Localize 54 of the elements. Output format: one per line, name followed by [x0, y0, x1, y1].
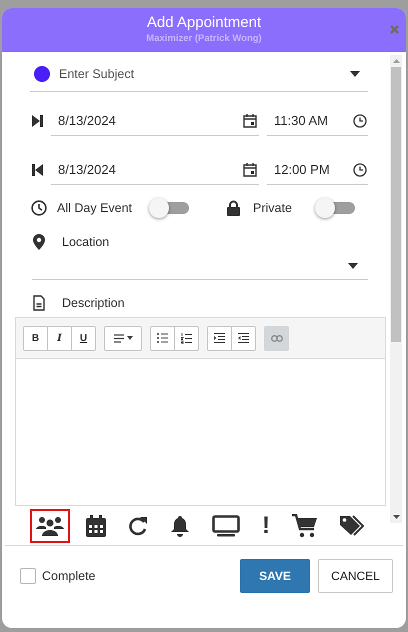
- dropdown-caret-icon[interactable]: [350, 71, 360, 77]
- date-field[interactable]: 8/13/2024: [51, 155, 259, 185]
- skip-back-icon: [32, 164, 43, 176]
- people-tab[interactable]: [30, 508, 70, 542]
- indent-icon: [214, 333, 225, 343]
- complete-label: Complete: [42, 568, 96, 585]
- bulleted-list-icon: [157, 333, 168, 343]
- scrollbar-thumb[interactable]: [391, 67, 401, 342]
- dropdown-caret-icon[interactable]: [348, 262, 358, 268]
- complete-checkbox[interactable]: [20, 568, 36, 584]
- clock-icon: [31, 200, 47, 216]
- shopping-cart-icon: [292, 514, 318, 538]
- location-label: Location: [62, 234, 110, 251]
- description-label: Description: [62, 294, 125, 312]
- calendar-icon[interactable]: [243, 162, 257, 177]
- monitor-icon: [212, 514, 240, 536]
- skip-forward-icon: [32, 115, 43, 127]
- tags-icon: [340, 514, 364, 536]
- dialog-subtitle: Maximizer (Patrick Wong): [146, 32, 262, 46]
- map-pin-icon: [33, 234, 45, 250]
- scrollbar[interactable]: [390, 55, 402, 523]
- outdent-icon: [238, 333, 249, 343]
- align-button[interactable]: [104, 326, 142, 350]
- toggle-label: Private: [253, 200, 293, 217]
- people-icon: [36, 516, 64, 536]
- clock-icon[interactable]: [353, 114, 367, 128]
- document-icon: [33, 295, 45, 311]
- link-icon: [270, 334, 282, 342]
- caret-icon: [126, 336, 132, 340]
- calendar-icon[interactable]: [243, 113, 257, 128]
- exclamation-tab[interactable]: !: [256, 508, 276, 542]
- format-button[interactable]: U: [71, 326, 96, 350]
- time-field[interactable]: 11:30 AM: [267, 106, 368, 136]
- bell-icon: [170, 514, 190, 536]
- format-button[interactable]: B: [23, 326, 48, 350]
- date-field[interactable]: 8/13/2024: [51, 106, 259, 136]
- clock-icon[interactable]: [353, 162, 367, 176]
- circular-arrow-icon: [128, 516, 148, 536]
- align-icon: [114, 334, 124, 342]
- lock-icon: [227, 200, 240, 216]
- subject-field[interactable]: Enter Subject: [30, 57, 368, 92]
- indent-button[interactable]: [207, 326, 232, 350]
- dialog-title: Add Appointment: [146, 13, 262, 32]
- numbered-list-icon: [181, 332, 192, 344]
- scroll-down-icon[interactable]: [392, 515, 400, 519]
- time-field[interactable]: 12:00 PM: [267, 155, 368, 185]
- format-button[interactable]: I: [47, 326, 72, 350]
- cancel-button[interactable]: CANCEL: [318, 559, 393, 593]
- numbers-button[interactable]: [174, 326, 199, 350]
- toggle-label: All Day Event: [57, 200, 134, 217]
- outdent-button[interactable]: [231, 326, 256, 350]
- bullets-button[interactable]: [150, 326, 175, 350]
- save-button[interactable]: SAVE: [240, 559, 310, 593]
- calendar-icon: [86, 514, 106, 536]
